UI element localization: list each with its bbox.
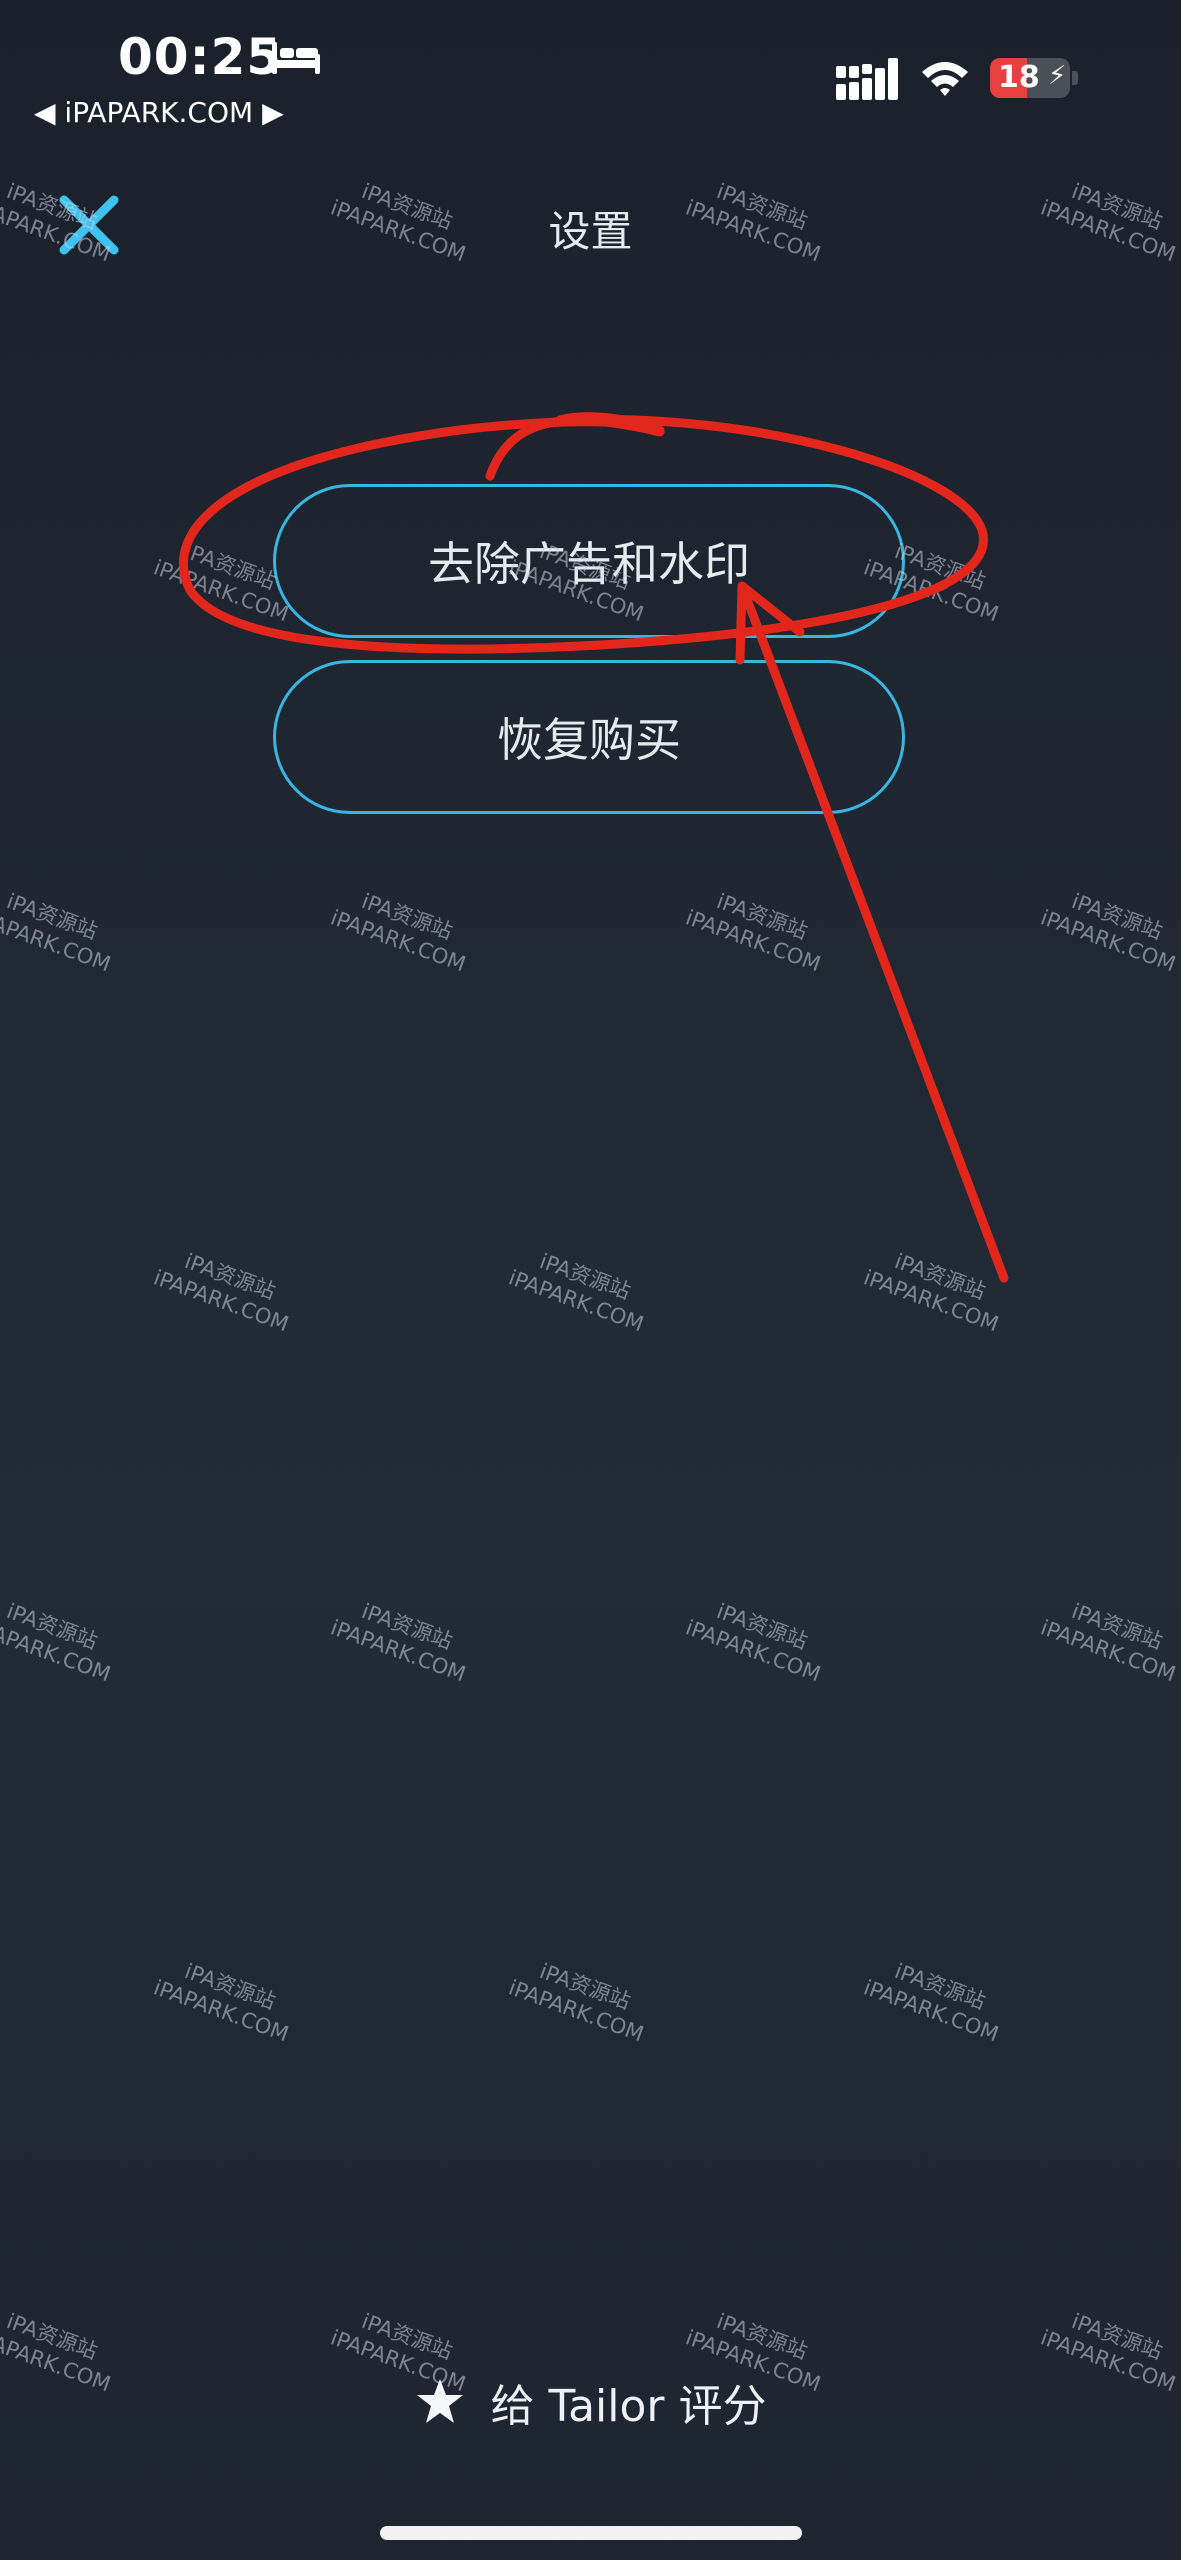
sleep-bed-icon bbox=[272, 42, 320, 74]
watermark: iPA资源站 iPAPARK.COM bbox=[150, 1240, 301, 1337]
watermark: iPA资源站 iPAPARK.COM bbox=[0, 880, 123, 977]
cellular-signal-icon bbox=[836, 58, 898, 100]
watermark: iPA资源站 iPAPARK.COM bbox=[860, 1950, 1011, 2047]
wifi-icon bbox=[922, 62, 968, 96]
watermark: iPA资源站 iPAPARK.COM bbox=[860, 1240, 1011, 1337]
rate-app-label: 给 Tailor 评分 bbox=[490, 2381, 767, 2432]
status-time: 00:25 bbox=[118, 28, 283, 86]
battery-level: 18 bbox=[998, 60, 1040, 95]
watermark: iPA资源站 iPAPARK.COM bbox=[505, 1950, 656, 2047]
watermark: iPA资源站 iPAPARK.COM bbox=[327, 880, 478, 977]
restore-purchase-button[interactable]: 恢复购买 bbox=[273, 660, 905, 814]
watermark: iPA资源站 iPAPARK.COM bbox=[1037, 880, 1181, 977]
watermark: iPA资源站 iPAPARK.COM bbox=[682, 1590, 833, 1687]
home-indicator[interactable] bbox=[380, 2526, 802, 2540]
battery-cap bbox=[1072, 71, 1078, 85]
watermark: iPA资源站 iPAPARK.COM bbox=[505, 1240, 656, 1337]
back-to-app-link[interactable]: ◀ iPAPARK.COM ▶ bbox=[34, 96, 284, 129]
watermark: iPA资源站 iPAPARK.COM bbox=[150, 1950, 301, 2047]
watermark: iPA资源站 iPAPARK.COM bbox=[1037, 1590, 1181, 1687]
rate-app-row[interactable]: 给 Tailor 评分 bbox=[0, 2370, 1181, 2434]
page-title: 设置 bbox=[548, 207, 633, 256]
battery-indicator: 18 ⚡ bbox=[990, 58, 1080, 98]
restore-purchase-label: 恢复购买 bbox=[497, 713, 681, 767]
star-icon bbox=[416, 2379, 463, 2423]
watermark: iPA资源站 iPAPARK.COM bbox=[682, 880, 833, 977]
watermark: iPA资源站 iPAPARK.COM bbox=[327, 1590, 478, 1687]
charging-bolt-icon: ⚡ bbox=[1048, 61, 1067, 91]
watermark: iPA资源站 iPAPARK.COM bbox=[0, 1590, 123, 1687]
